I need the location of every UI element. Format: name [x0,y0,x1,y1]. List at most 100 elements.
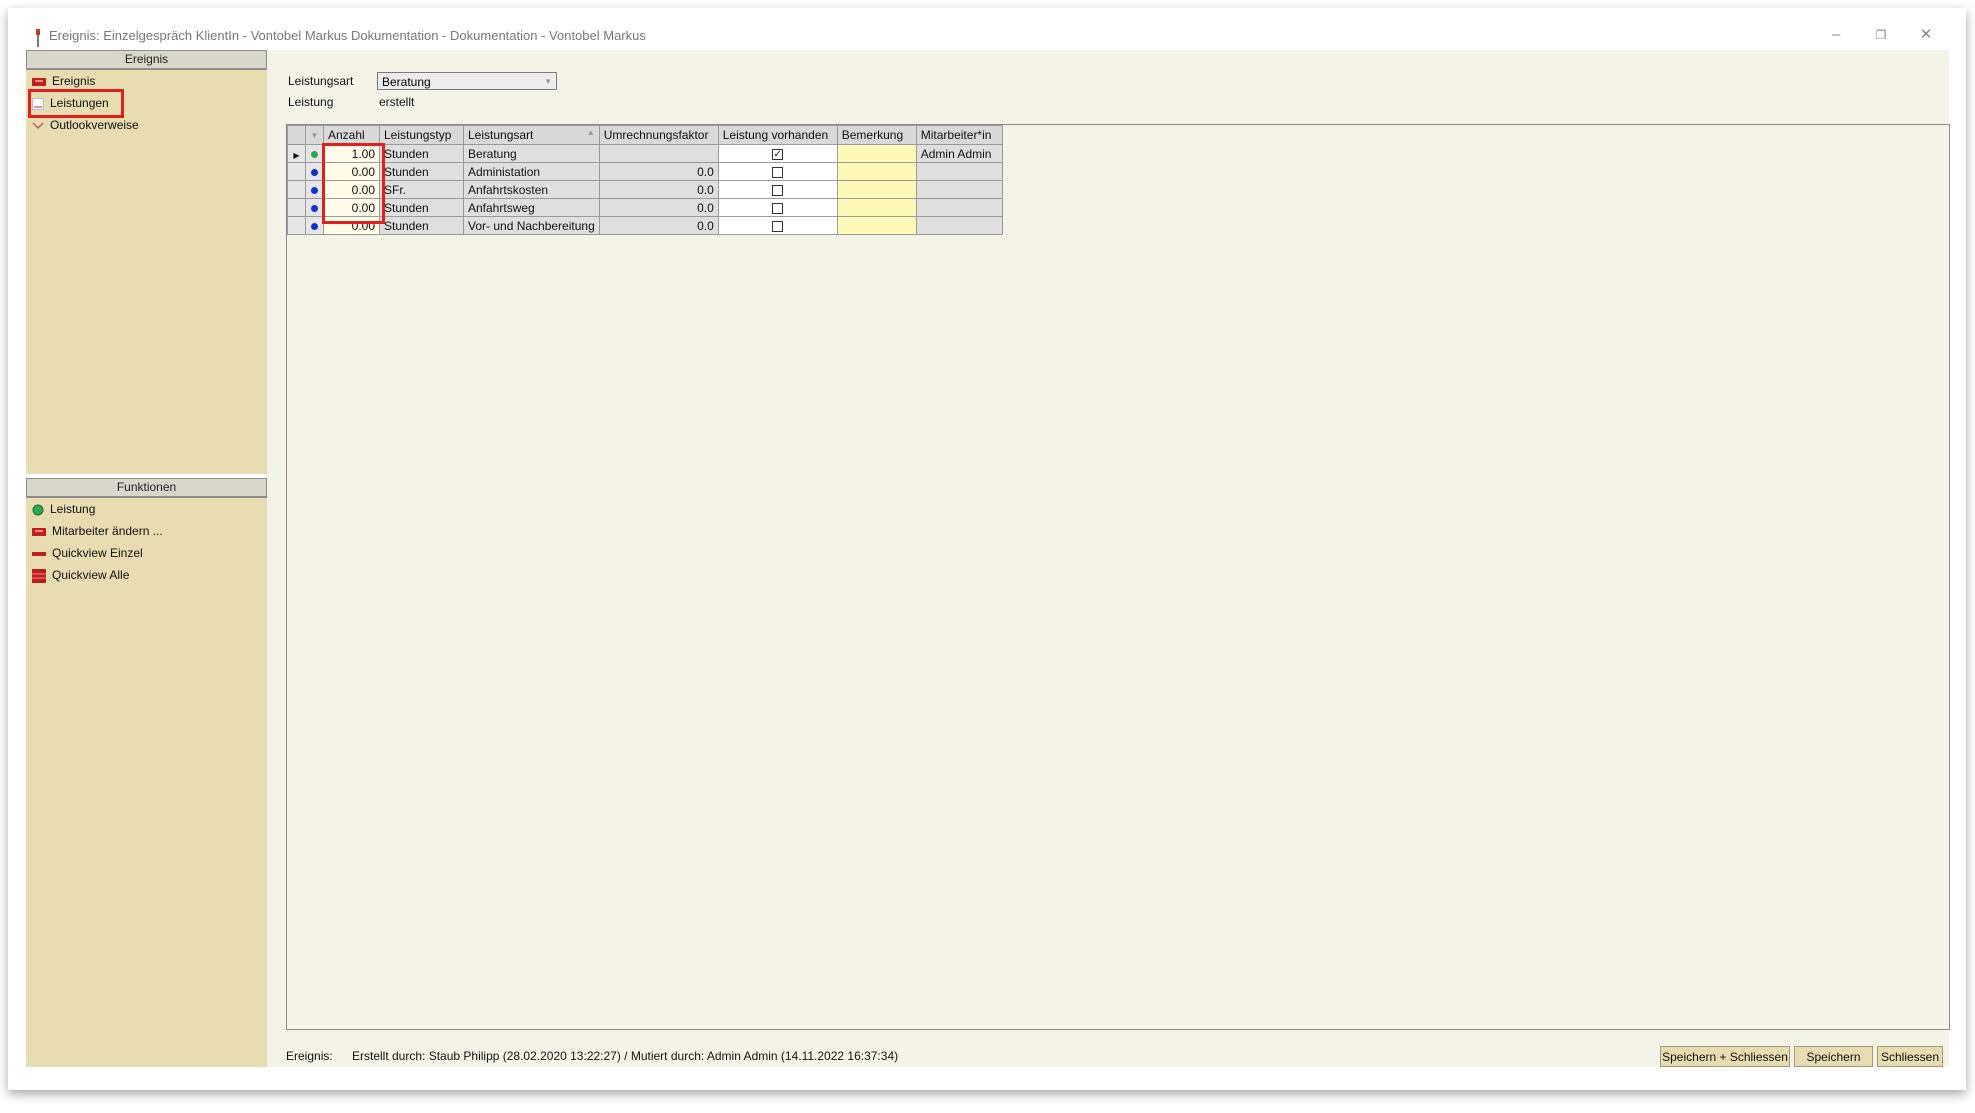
checkbox[interactable] [772,220,784,232]
bemerkung-cell[interactable] [836,144,917,163]
column-header-anzahl[interactable]: Anzahl [323,125,380,145]
highlight-frame [28,89,124,118]
leistungstyp-cell[interactable]: Stunden [379,198,464,217]
checkbox[interactable] [772,184,784,196]
umrechnungsfaktor-cell[interactable]: 0.0 [598,180,719,199]
status-label: Ereignis: [286,1049,333,1063]
status-dot-cell [305,144,324,163]
close-icon[interactable]: ✕ [1913,24,1939,46]
table-header-row: ▼ Anzahl Leistungstyp Leistungsart ▲ Umre… [287,125,1003,145]
table-row[interactable]: 0.00 Stunden Administation 0.0 [287,162,1003,181]
leistungsart-cell[interactable]: Administation [463,162,600,181]
leistungsart-cell[interactable]: Vor- und Nachbereitung [463,216,600,235]
function-quickview-einzel[interactable]: Quickview Einzel [32,544,143,562]
function-mitarbeiter-aendern[interactable]: Mitarbeiter ändern ... [32,522,163,540]
leistungstyp-cell[interactable]: Stunden [379,216,464,235]
leistungstyp-cell[interactable]: SFr. [379,180,464,199]
mitarbeiter-cell[interactable] [915,216,1003,235]
ereignis-panel-header[interactable]: Ereignis [26,50,267,70]
mitarbeiter-cell[interactable] [915,180,1003,199]
status-dot-icon [311,186,318,194]
table-row[interactable]: 0.00 Stunden Anfahrtsweg 0.0 [287,198,1003,217]
current-row-icon: ▶ [293,150,300,160]
leistungstyp-cell[interactable]: Stunden [379,162,464,181]
column-header-leistungsart[interactable]: Leistungsart ▲ [463,125,600,145]
function-label: Quickview Alle [52,568,130,582]
checkbox[interactable] [772,202,784,214]
sidebar-item-label: Ereignis [52,74,96,88]
column-header-mitarbeiter[interactable]: Mitarbeiter*in [915,125,1003,145]
checkbox[interactable] [772,166,784,178]
bemerkung-cell[interactable] [836,198,917,217]
mitarbeiter-cell[interactable]: Admin Admin [915,144,1003,163]
sidebar-item-ereignis[interactable]: Ereignis [32,72,95,90]
sidebar: Ereignis Ereignis Leistungen Outlookverw… [26,50,267,1067]
column-header-bemerkung[interactable]: Bemerkung [836,125,917,145]
filter-header[interactable]: ▼ [305,125,324,145]
minimize-icon[interactable]: – [1823,24,1849,46]
function-label: Leistung [50,502,96,516]
audit-status-text: Erstellt durch: Staub Philipp (28.02.202… [352,1049,899,1063]
row-selector[interactable] [287,180,306,199]
column-header-leistung-vorhanden[interactable]: Leistung vorhanden [717,125,838,145]
leistung-vorhanden-cell[interactable] [717,180,838,199]
leistungsart-label: Leistungsart [288,74,354,88]
table-row[interactable]: 0.00 Stunden Vor- und Nachbereitung 0.0 [287,216,1003,235]
row-selector[interactable]: ▶ [287,144,306,163]
green-circle-icon [32,504,44,516]
red-tray-icon [32,77,46,86]
leistung-vorhanden-cell[interactable] [717,162,838,181]
checkbox-checked[interactable]: ✓ [772,148,784,160]
column-header-leistungsart-label: Leistungsart [468,128,534,142]
leistungstyp-cell[interactable]: Stunden [379,144,464,163]
mitarbeiter-cell[interactable] [915,198,1003,217]
status-dot-cell [305,162,324,181]
row-selector[interactable] [287,198,306,217]
row-selector[interactable] [287,216,306,235]
red-tray-icon [32,527,46,536]
leistungsart-cell[interactable]: Anfahrtsweg [463,198,600,217]
close-button[interactable]: Schliessen [1877,1046,1943,1067]
bemerkung-cell[interactable] [836,180,917,199]
status-dot-icon [311,204,318,212]
mitarbeiter-cell[interactable] [915,162,1003,181]
leistung-vorhanden-cell[interactable]: ✓ [717,144,838,163]
umrechnungsfaktor-cell[interactable]: 0.0 [598,198,719,217]
window-title: Ereignis: Einzelgespräch KlientIn - Vont… [49,28,646,43]
table-row[interactable]: ▶ 1.00 Stunden Beratung ✓ Admin Admin [287,144,1003,163]
function-label: Quickview Einzel [52,546,143,560]
leistung-vorhanden-cell[interactable] [717,198,838,217]
leistungsart-value: Beratung [382,75,431,89]
leistungsart-cell[interactable]: Beratung [463,144,600,163]
bemerkung-cell[interactable] [836,162,917,181]
save-close-button[interactable]: Speichern + Schliessen [1660,1046,1790,1067]
leistung-vorhanden-cell[interactable] [717,216,838,235]
sidebar-item-outlookverweise[interactable]: Outlookverweise [32,116,139,134]
client-area: Ereignis Ereignis Leistungen Outlookverw… [26,50,1950,1067]
leistung-status-value: erstellt [379,95,415,109]
function-quickview-alle[interactable]: Quickview Alle [32,566,129,584]
function-leistung[interactable]: Leistung [32,500,95,518]
save-button[interactable]: Speichern [1794,1046,1873,1067]
sidebar-item-label: Outlookverweise [50,118,139,132]
function-label: Mitarbeiter ändern ... [52,524,163,538]
row-selector[interactable] [287,162,306,181]
column-header-umrechnungsfaktor[interactable]: Umrechnungsfaktor [598,125,719,145]
leistungsart-select[interactable]: Beratung ▼ [377,72,557,90]
row-selector-header [287,125,306,145]
bemerkung-cell[interactable] [836,216,917,235]
outlook-icon [32,122,44,129]
umrechnungsfaktor-cell[interactable] [598,144,719,163]
funktionen-panel-header[interactable]: Funktionen [26,478,267,498]
umrechnungsfaktor-cell[interactable]: 0.0 [598,162,719,181]
leistungsart-cell[interactable]: Anfahrtskosten [463,180,600,199]
table-row[interactable]: 0.00 SFr. Anfahrtskosten 0.0 [287,180,1003,199]
status-dot-cell [305,180,324,199]
leistungen-table: ▼ Anzahl Leistungstyp Leistungsart ▲ Umre… [287,125,1003,235]
column-header-leistungstyp[interactable]: Leistungstyp [379,125,464,145]
red-bar-icon [32,551,46,556]
leistungen-grid-area: ▼ Anzahl Leistungstyp Leistungsart ▲ Umre… [286,124,1950,1030]
red-list-icon [32,568,46,583]
restore-icon[interactable]: ❐ [1868,24,1894,46]
umrechnungsfaktor-cell[interactable]: 0.0 [598,216,719,235]
